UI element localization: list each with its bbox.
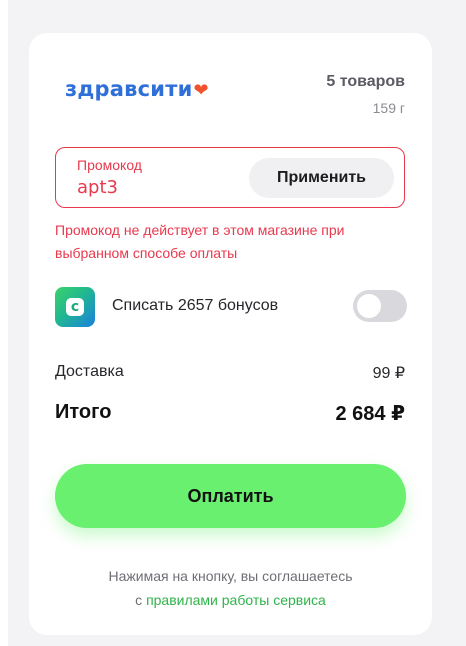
- promo-error-message: Промокод не действует в этом магазине пр…: [55, 222, 345, 261]
- promo-code-label: Промокод: [77, 157, 142, 173]
- promo-code-input[interactable]: apt3: [77, 177, 118, 198]
- order-weight: 159 г: [372, 100, 405, 116]
- pay-button[interactable]: Оплатить: [55, 464, 406, 528]
- apply-promo-button[interactable]: Применить: [249, 158, 394, 198]
- bonus-label: Списать 2657 бонусов: [112, 297, 279, 314]
- heart-icon: ❤: [193, 80, 209, 101]
- delivery-price: 99 ₽: [372, 365, 405, 382]
- bonus-icon-letter: c: [66, 298, 84, 316]
- toggle-knob: [357, 294, 381, 318]
- delivery-label: Доставка: [55, 363, 124, 380]
- left-edge-strip: [0, 0, 8, 646]
- delivery-row: Доставка 99 ₽: [55, 363, 405, 385]
- bonus-app-icon: c: [55, 287, 95, 327]
- store-header: здравсити❤ 5 товаров 159 г: [65, 73, 405, 116]
- legal-text-line2: с правилами работы сервиса: [55, 588, 406, 612]
- legal-text-line1: Нажимая на кнопку, вы соглашаетесь: [108, 568, 353, 584]
- legal-notice: Нажимая на кнопку, вы соглашаетесь с пра…: [55, 564, 406, 612]
- total-row: Итого 2 684 ₽: [55, 401, 405, 429]
- store-logo: здравсити❤: [65, 77, 209, 101]
- promo-code-field[interactable]: Промокод apt3 Применить: [55, 147, 405, 208]
- bonus-toggle[interactable]: [353, 290, 407, 322]
- items-count: 5 товаров: [326, 73, 405, 90]
- total-label: Итого: [55, 401, 112, 423]
- bonus-row: c Списать 2657 бонусов: [55, 287, 407, 329]
- total-price: 2 684 ₽: [335, 403, 405, 425]
- checkout-card: здравсити❤ 5 товаров 159 г Промокод apt3…: [29, 33, 432, 635]
- legal-text-prefix: с: [135, 592, 143, 608]
- store-logo-text: здравсити: [65, 77, 193, 101]
- service-rules-link[interactable]: правилами работы сервиса: [146, 592, 326, 608]
